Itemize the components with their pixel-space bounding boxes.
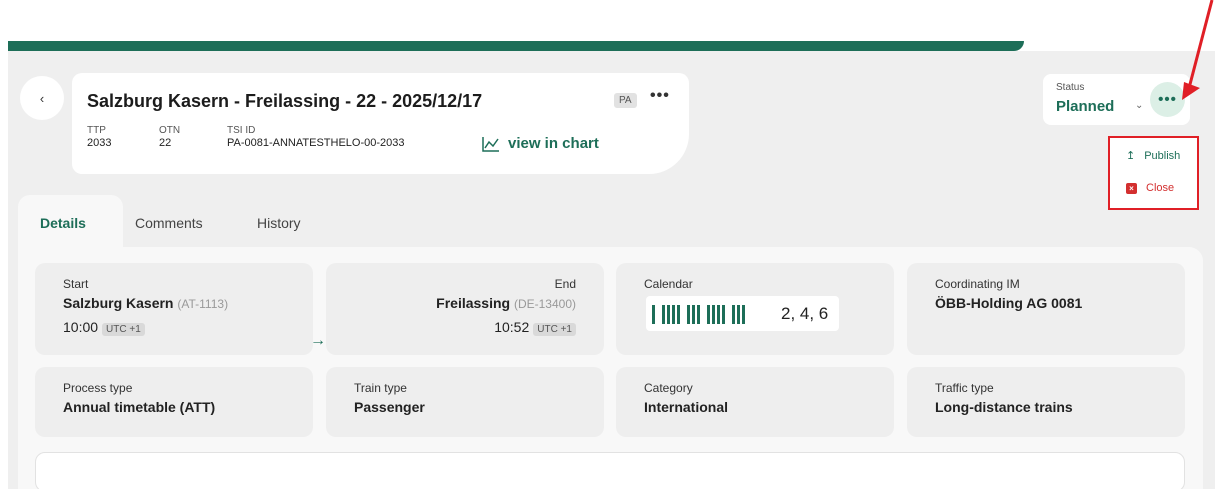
- end-card: End Freilassing (DE-13400) 10:52 UTC +1: [326, 263, 604, 355]
- page-title: Salzburg Kasern - Freilassing - 22 - 202…: [87, 91, 483, 111]
- annotation-arrow-icon: [1182, 0, 1214, 100]
- category-label: Category: [644, 381, 693, 395]
- calendar-days-box: 2, 4, 6: [646, 296, 839, 331]
- end-label: End: [554, 277, 576, 291]
- view-in-chart-link[interactable]: view in chart: [482, 135, 599, 152]
- tab-comments[interactable]: Comments: [135, 215, 203, 231]
- back-button[interactable]: ‹: [20, 76, 64, 120]
- calendar-bar: [677, 305, 680, 324]
- publish-menu-item[interactable]: ↥ Publish: [1126, 149, 1181, 163]
- chevron-left-icon: ‹: [39, 90, 45, 106]
- calendar-bar: [652, 305, 655, 324]
- top-accent-band: [8, 41, 1024, 51]
- calendar-bar: [717, 305, 720, 324]
- view-in-chart-label: view in chart: [508, 135, 599, 152]
- status-actions-menu: ↥ Publish × Close: [1108, 136, 1199, 210]
- arrow-right-icon: →: [310, 332, 326, 349]
- start-time: 10:00: [63, 319, 99, 335]
- start-time-row: 10:00 UTC +1: [63, 319, 145, 336]
- coordinating-im-label: Coordinating IM: [935, 277, 1020, 291]
- end-station: Freilassing (DE-13400): [436, 295, 576, 311]
- end-station-code: (DE-13400): [513, 297, 576, 311]
- meta-label: TSI ID: [227, 125, 256, 136]
- calendar-bar: [667, 305, 670, 324]
- calendar-bar: [697, 305, 700, 324]
- calendar-bar: [737, 305, 740, 324]
- calendar-bars: [652, 305, 747, 324]
- process-type-value: Annual timetable (ATT): [63, 399, 216, 415]
- calendar-bar: [722, 305, 725, 324]
- traffic-type-card: Traffic type Long-distance trains: [907, 367, 1185, 437]
- meta-tsi-id: TSI ID PA-0081-ANNATESTHELO-00-2033: [227, 125, 405, 150]
- end-station-name: Freilassing: [436, 295, 511, 311]
- tab-history[interactable]: History: [257, 215, 301, 231]
- status-card[interactable]: Status Planned ⌄ •••: [1043, 74, 1190, 125]
- calendar-bar: [662, 305, 665, 324]
- traffic-type-label: Traffic type: [935, 381, 994, 395]
- process-type-card: Process type Annual timetable (ATT): [35, 367, 313, 437]
- calendar-card: Calendar 2, 4, 6: [616, 263, 894, 355]
- calendar-bar: [742, 305, 745, 324]
- meta-value: 2033: [87, 137, 112, 149]
- calendar-bar: [687, 305, 690, 324]
- traffic-type-value: Long-distance trains: [935, 399, 1073, 415]
- status-label: Status: [1056, 82, 1085, 93]
- chevron-down-icon[interactable]: ⌄: [1135, 100, 1143, 111]
- line-chart-icon: [482, 136, 499, 152]
- end-time-row: 10:52 UTC +1: [494, 319, 576, 336]
- meta-label: OTN: [159, 125, 181, 136]
- start-station: Salzburg Kasern (AT-1113): [63, 295, 228, 311]
- tab-details[interactable]: Details: [40, 215, 86, 231]
- header-more-button[interactable]: •••: [650, 87, 670, 105]
- train-type-label: Train type: [354, 381, 407, 395]
- bottom-section-card: [35, 452, 1185, 489]
- process-type-label: Process type: [63, 381, 133, 395]
- meta-otn: OTN 22: [159, 125, 180, 150]
- calendar-bar: [692, 305, 695, 324]
- end-time: 10:52: [494, 319, 530, 335]
- close-menu-item[interactable]: × Close: [1126, 182, 1174, 194]
- start-card: Start Salzburg Kasern (AT-1113) 10:00 UTC…: [35, 263, 313, 355]
- meta-label: TTP: [87, 125, 106, 136]
- upload-icon: ↥: [1126, 150, 1136, 162]
- calendar-bar: [712, 305, 715, 324]
- coordinating-im-card: Coordinating IM ÖBB-Holding AG 0081: [907, 263, 1185, 355]
- calendar-bar: [707, 305, 710, 324]
- meta-value: 22: [159, 137, 172, 149]
- meta-ttp: TTP 2033: [87, 125, 111, 150]
- publish-label: Publish: [1144, 149, 1181, 162]
- status-value: Planned: [1056, 98, 1115, 115]
- train-type-value: Passenger: [354, 399, 425, 415]
- meta-value: PA-0081-ANNATESTHELO-00-2033: [227, 137, 405, 149]
- calendar-label: Calendar: [644, 277, 693, 291]
- start-station-name: Salzburg Kasern: [63, 295, 174, 311]
- coordinating-im-value: ÖBB-Holding AG 0081: [935, 295, 1083, 311]
- close-label: Close: [1146, 182, 1175, 194]
- start-label: Start: [63, 277, 89, 291]
- calendar-bar: [672, 305, 675, 324]
- train-type-card: Train type Passenger: [326, 367, 604, 437]
- category-card: Category International: [616, 367, 894, 437]
- end-timezone: UTC +1: [533, 323, 576, 336]
- calendar-bar: [732, 305, 735, 324]
- start-station-code: (AT-1113): [177, 297, 229, 311]
- calendar-days: 2, 4, 6: [781, 304, 829, 323]
- start-timezone: UTC +1: [102, 323, 145, 336]
- close-box-icon: ×: [1126, 182, 1137, 194]
- pa-badge: PA: [614, 93, 637, 108]
- category-value: International: [644, 399, 729, 415]
- header-card: Salzburg Kasern - Freilassing - 22 - 202…: [72, 73, 689, 174]
